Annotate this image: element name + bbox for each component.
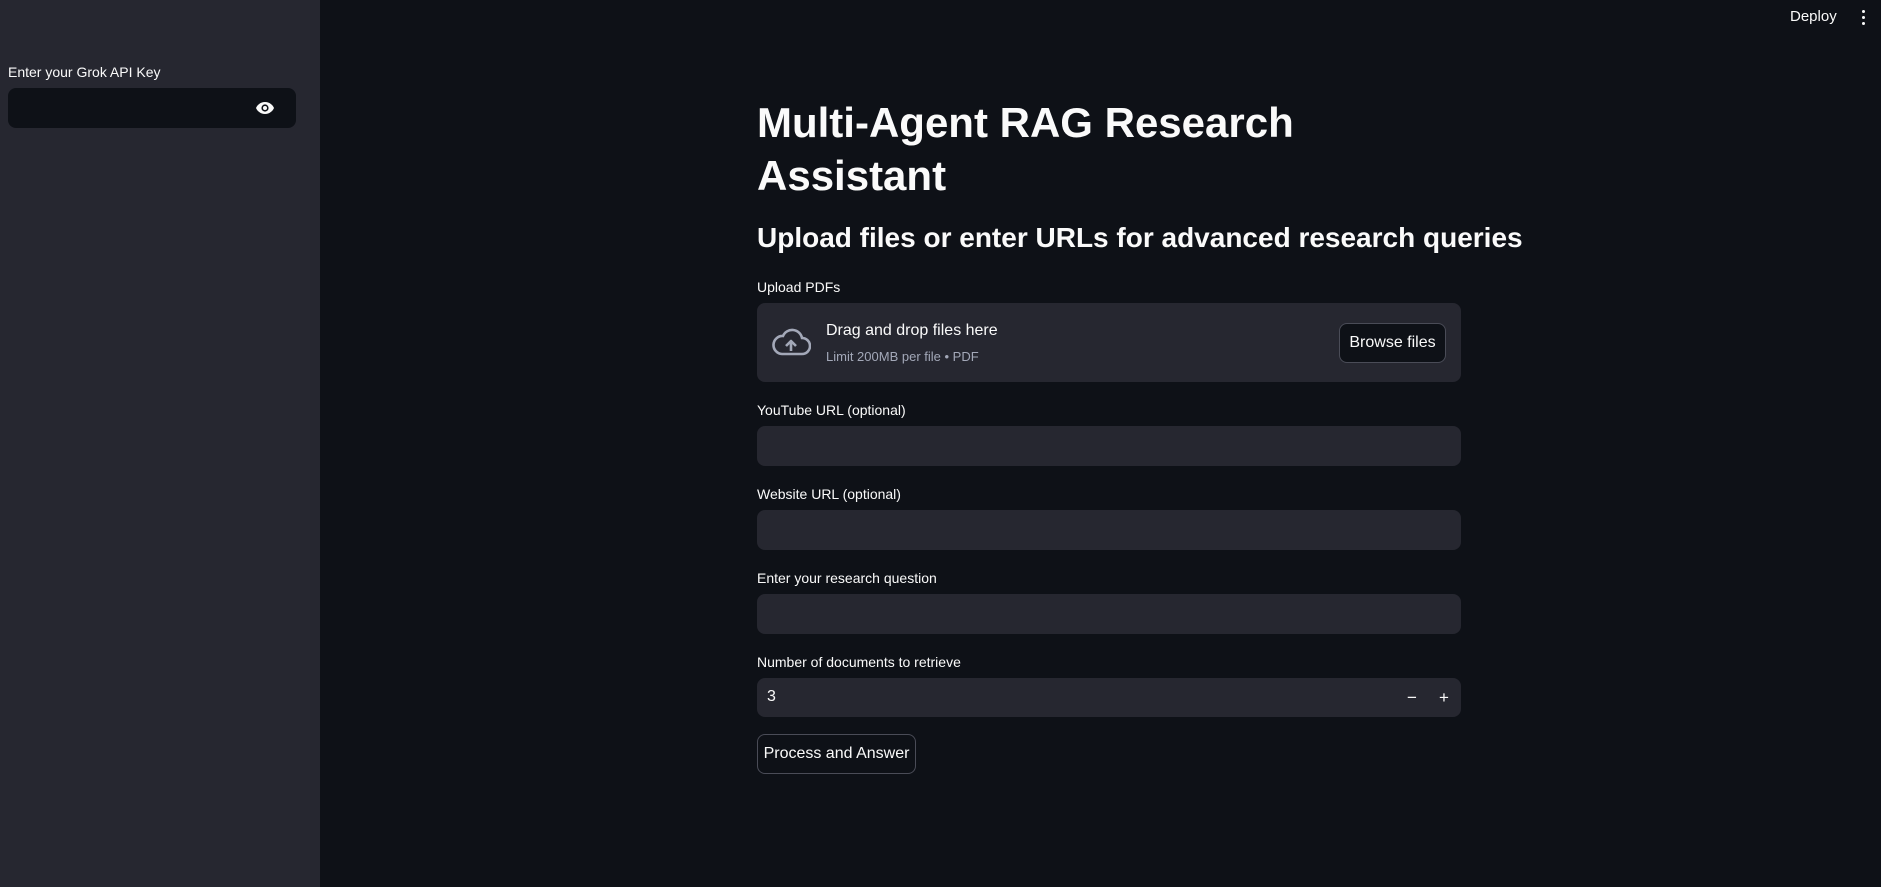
num-docs-stepper: 3 − + bbox=[757, 678, 1461, 717]
vertical-dots-icon[interactable] bbox=[1857, 6, 1869, 28]
num-docs-input[interactable]: 3 bbox=[767, 688, 776, 706]
drag-drop-text: Drag and drop files here bbox=[826, 322, 998, 339]
upload-label: Upload PDFs bbox=[757, 279, 841, 295]
research-question-input[interactable] bbox=[757, 594, 1461, 634]
research-question-label: Enter your research question bbox=[757, 570, 937, 586]
browse-files-button[interactable]: Browse files bbox=[1339, 323, 1446, 363]
process-and-answer-button[interactable]: Process and Answer bbox=[757, 734, 916, 774]
api-key-label: Enter your Grok API Key bbox=[8, 64, 161, 80]
eye-icon[interactable] bbox=[254, 98, 276, 118]
youtube-url-label: YouTube URL (optional) bbox=[757, 402, 906, 418]
page-subtitle: Upload files or enter URLs for advanced … bbox=[757, 222, 1523, 253]
website-url-label: Website URL (optional) bbox=[757, 486, 901, 502]
api-key-input[interactable] bbox=[8, 88, 248, 128]
deploy-button[interactable]: Deploy bbox=[1790, 8, 1837, 25]
upload-limit-text: Limit 200MB per file • PDF bbox=[826, 349, 979, 364]
increment-button[interactable]: + bbox=[1429, 682, 1459, 713]
api-key-field bbox=[8, 88, 296, 128]
youtube-url-input[interactable] bbox=[757, 426, 1461, 466]
num-docs-label: Number of documents to retrieve bbox=[757, 654, 961, 670]
page-title: Multi-Agent RAG Research Assistant bbox=[757, 99, 1294, 199]
cloud-upload-icon bbox=[772, 328, 811, 356]
file-dropzone[interactable]: Drag and drop files here Limit 200MB per… bbox=[757, 303, 1461, 382]
sidebar: Enter your Grok API Key bbox=[0, 0, 320, 887]
website-url-input[interactable] bbox=[757, 510, 1461, 550]
decrement-button[interactable]: − bbox=[1397, 682, 1427, 713]
